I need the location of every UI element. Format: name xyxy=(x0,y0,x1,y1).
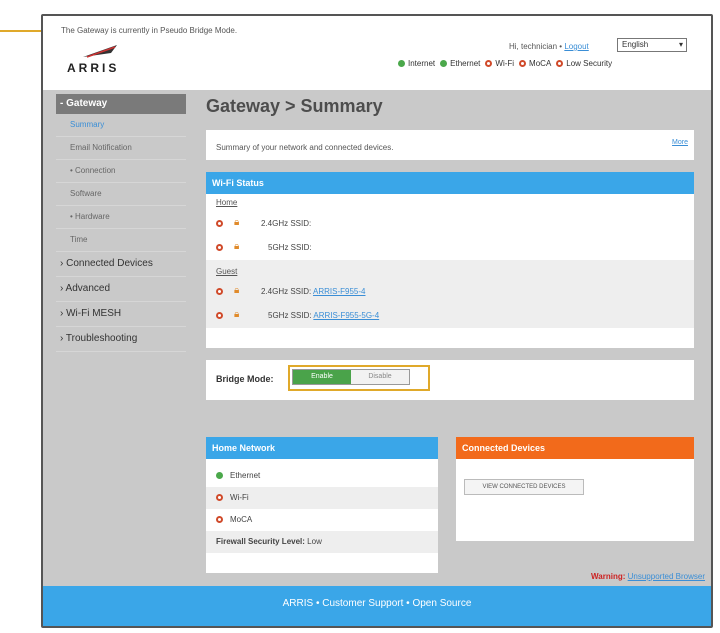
status-error-icon xyxy=(216,494,223,501)
home-network-item: MoCA xyxy=(206,509,438,531)
home-network-item-label: Ethernet xyxy=(230,471,261,480)
status-item-wi-fi: Wi-Fi xyxy=(485,59,514,68)
status-ok-icon xyxy=(398,60,405,68)
guest-label-row: Guest xyxy=(206,260,694,280)
browser-warning: Warning: Unsupported Browser xyxy=(591,572,705,581)
sidebar-item-connection[interactable]: • Connection xyxy=(56,160,186,183)
ssid-label: 2.4GHz SSID: xyxy=(261,219,312,228)
lock-icon: 🔒︎ xyxy=(234,217,240,228)
status-error-icon xyxy=(216,244,223,251)
status-item-moca: MoCA xyxy=(519,59,551,68)
firewall-level: Firewall Security Level: Low xyxy=(206,531,438,553)
ssid-label-text: 2.4GHz SSID: xyxy=(261,287,312,296)
chevron-down-icon: ▾ xyxy=(678,40,683,49)
status-error-icon xyxy=(216,312,223,319)
wifi-row-guest-5: 🔒︎ 5GHz SSID: ARRIS-F955-5G-4 xyxy=(206,304,694,328)
header: The Gateway is currently in Pseudo Bridg… xyxy=(43,16,711,90)
firewall-label: Firewall Security Level: xyxy=(216,537,305,546)
summary-text: Summary of your network and connected de… xyxy=(216,143,394,152)
status-label: Wi-Fi xyxy=(495,59,515,68)
sidebar-item-time[interactable]: Time xyxy=(56,229,186,252)
ssid-label: 5GHz SSID: ARRIS-F955-5G-4 xyxy=(268,304,379,328)
status-error-icon xyxy=(216,220,223,227)
view-connected-devices-button[interactable]: VIEW CONNECTED DEVICES xyxy=(464,479,584,495)
wifi-status-header: Wi-Fi Status xyxy=(206,172,694,194)
wifi-row-home-5: 🔒︎ 5GHz SSID: xyxy=(206,236,694,260)
user-separator: • xyxy=(559,42,563,51)
sidebar-item-summary[interactable]: Summary xyxy=(56,114,186,137)
disable-option[interactable]: Disable xyxy=(351,370,409,384)
status-label: MoCA xyxy=(529,59,552,68)
status-error-icon xyxy=(485,60,493,68)
main-content: Gateway > Summary Summary of your networ… xyxy=(206,94,694,573)
bridge-mode-panel: Bridge Mode: Enable Disable xyxy=(206,360,694,400)
lock-icon: 🔒︎ xyxy=(234,241,240,252)
ssid-label: 5GHz SSID: xyxy=(268,243,312,252)
ssid-label: 2.4GHz SSID: ARRIS-F955-4 xyxy=(261,280,366,304)
status-item-ethernet: Ethernet xyxy=(440,59,480,68)
sidebar-item-hardware[interactable]: • Hardware xyxy=(56,206,186,229)
status-error-icon xyxy=(216,288,223,295)
status-ok-icon xyxy=(440,60,448,68)
home-network-item-label: Wi-Fi xyxy=(230,493,249,502)
ssid-link[interactable]: ARRIS-F955-5G-4 xyxy=(313,311,379,320)
language-value: English xyxy=(622,40,649,49)
home-network-item-label: MoCA xyxy=(230,515,253,524)
user-area: Hi, technician • Logout xyxy=(509,42,589,51)
footer: ARRIS • Customer Support • Open Source xyxy=(43,586,711,626)
sidebar-item-gateway[interactable]: - Gateway xyxy=(56,94,186,114)
enable-option[interactable]: Enable xyxy=(293,370,351,384)
lock-icon: 🔒︎ xyxy=(234,285,240,296)
connected-devices-header: Connected Devices xyxy=(456,437,694,459)
home-network-item: Ethernet xyxy=(206,465,438,487)
status-error-icon xyxy=(519,60,527,68)
mode-message: The Gateway is currently in Pseudo Bridg… xyxy=(61,26,238,35)
firewall-value: Low xyxy=(307,537,322,546)
sidebar-item-connected-devices[interactable]: › Connected Devices xyxy=(56,252,186,277)
status-label: Low Security xyxy=(566,59,613,68)
sidebar: - Gateway Summary Email Notification • C… xyxy=(56,94,186,352)
ssid-link[interactable]: ARRIS-F955-4 xyxy=(313,287,365,296)
ssid-label-text: 5GHz SSID: xyxy=(268,311,312,320)
logo-swoosh-icon xyxy=(83,45,117,58)
wifi-row-guest-24: 🔒︎ 2.4GHz SSID: ARRIS-F955-4 xyxy=(206,280,694,304)
arris-logo: ARRIS xyxy=(65,43,135,83)
status-bar: Internet Ethernet Wi-Fi MoCA Low Security xyxy=(393,59,612,68)
status-ok-icon xyxy=(216,472,223,479)
sidebar-item-advanced[interactable]: › Advanced xyxy=(56,277,186,302)
sidebar-item-software[interactable]: Software xyxy=(56,183,186,206)
language-select[interactable]: English ▾ xyxy=(617,38,687,52)
more-link[interactable]: More xyxy=(672,139,688,146)
warning-label: Warning: xyxy=(591,572,626,581)
sidebar-item-email-notification[interactable]: Email Notification xyxy=(56,137,186,160)
home-label: Home xyxy=(216,198,238,207)
guest-label: Guest xyxy=(216,267,238,276)
sidebar-item-wifi-mesh[interactable]: › Wi-Fi MESH xyxy=(56,302,186,327)
wifi-row-home-24: 🔒︎ 2.4GHz SSID: xyxy=(206,212,694,236)
summary-panel: Summary of your network and connected de… xyxy=(206,130,694,160)
bridge-mode-label: Bridge Mode: xyxy=(216,374,274,384)
status-error-icon xyxy=(556,60,564,68)
page-title: Gateway > Summary xyxy=(206,96,383,116)
wifi-status-panel: Wi-Fi Status Home 🔒︎ 2.4GHz SSID: 🔒︎ 5GH… xyxy=(206,172,694,348)
status-item-low-security: Low Security xyxy=(556,59,612,68)
bridge-mode-toggle[interactable]: Enable Disable xyxy=(292,369,410,385)
sidebar-item-troubleshooting[interactable]: › Troubleshooting xyxy=(56,327,186,352)
home-network-panel: Home Network Ethernet Wi-Fi MoCA Firewal… xyxy=(206,437,438,573)
home-network-header: Home Network xyxy=(206,437,438,459)
lock-icon: 🔒︎ xyxy=(234,309,240,320)
logo-text: ARRIS xyxy=(67,61,120,75)
browser-frame: The Gateway is currently in Pseudo Bridg… xyxy=(41,14,713,628)
connected-devices-panel: Connected Devices VIEW CONNECTED DEVICES xyxy=(456,437,694,541)
logout-link[interactable]: Logout xyxy=(564,42,588,51)
status-label: Internet xyxy=(408,59,436,68)
user-greeting: Hi, technician xyxy=(509,42,558,51)
bottom-panels: Home Network Ethernet Wi-Fi MoCA Firewal… xyxy=(206,437,694,573)
unsupported-browser-link[interactable]: Unsupported Browser xyxy=(628,572,705,581)
status-error-icon xyxy=(216,516,223,523)
status-item-internet: Internet xyxy=(398,59,435,68)
status-label: Ethernet xyxy=(450,59,481,68)
home-network-item: Wi-Fi xyxy=(206,487,438,509)
